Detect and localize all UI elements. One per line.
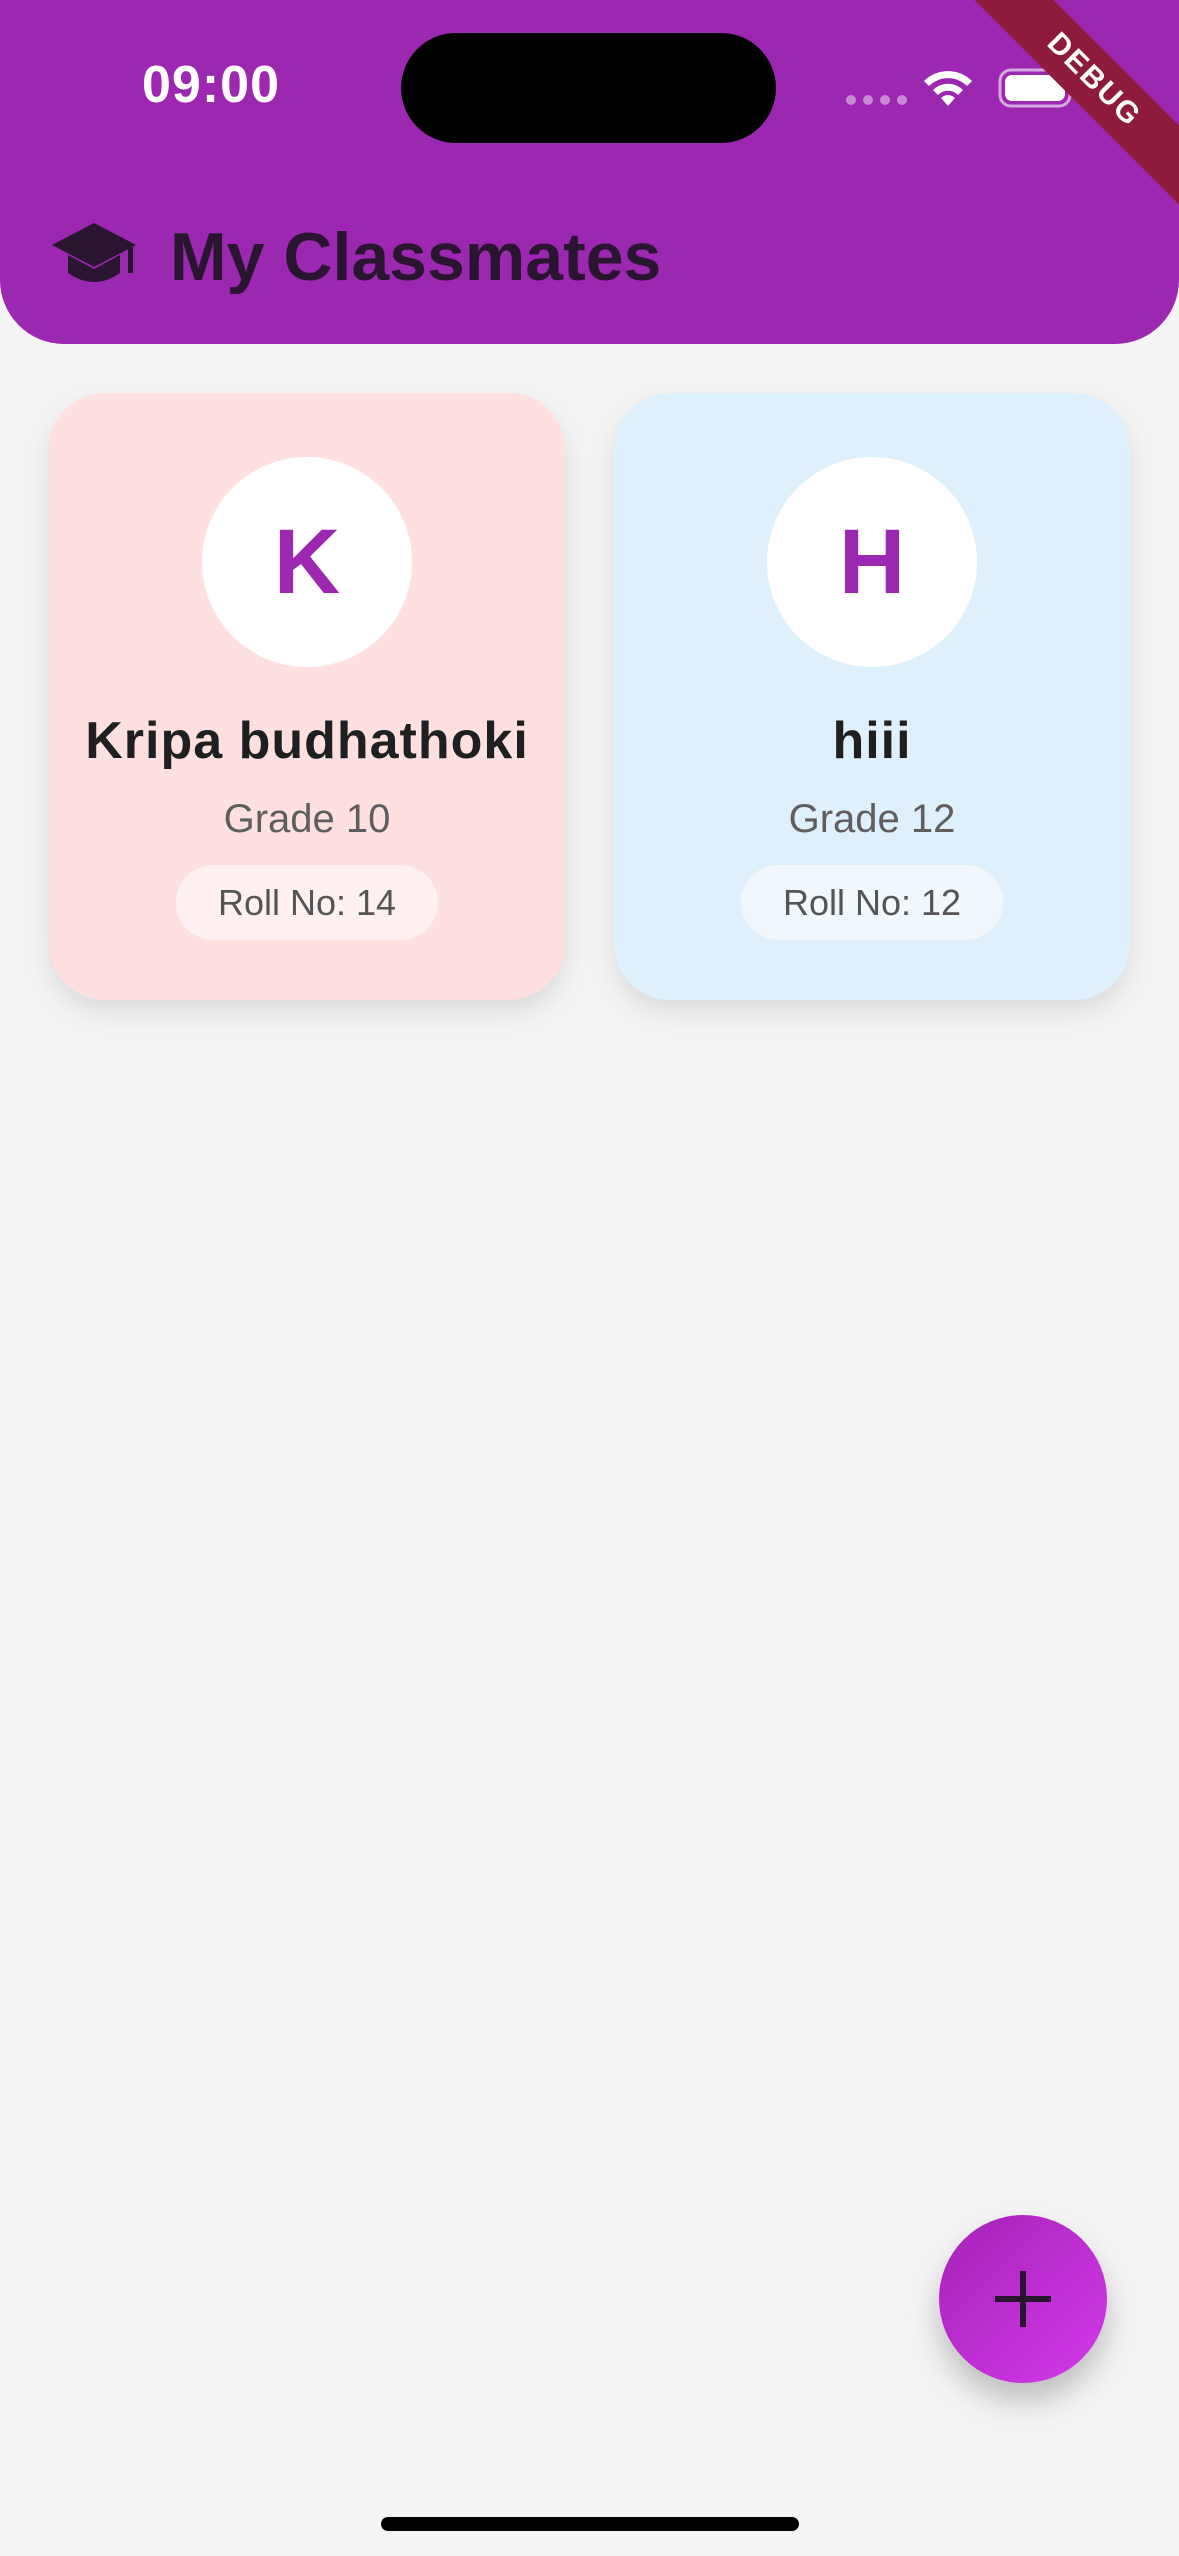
- app-header: 09:00 DEBUG My Classmates: [0, 0, 1179, 344]
- classmate-grade: Grade 10: [223, 797, 391, 841]
- page-title: My Classmates: [170, 219, 662, 295]
- home-indicator[interactable]: [381, 2517, 799, 2531]
- classmate-card[interactable]: K Kripa budhathoki Grade 10 Roll No: 14: [49, 393, 565, 1000]
- add-classmate-button[interactable]: [939, 2215, 1107, 2383]
- avatar: H: [767, 457, 977, 667]
- roll-number-badge: Roll No: 14: [176, 865, 438, 940]
- dynamic-island: [401, 33, 776, 143]
- roll-number-badge: Roll No: 12: [741, 865, 1003, 940]
- debug-banner: DEBUG: [957, 0, 1179, 217]
- classmate-name: Kripa budhathoki: [85, 712, 529, 770]
- app-title-row: My Classmates: [50, 218, 661, 296]
- plus-icon: [995, 2271, 1051, 2327]
- avatar: K: [202, 457, 412, 667]
- cellular-signal-icon: [846, 95, 907, 105]
- classmate-card[interactable]: H hiii Grade 12 Roll No: 12: [614, 393, 1130, 1000]
- graduation-cap-icon: [52, 223, 136, 282]
- classmate-name: hiii: [832, 712, 912, 770]
- wifi-icon: [924, 71, 972, 106]
- status-time: 09:00: [142, 56, 280, 114]
- classmate-grade: Grade 12: [788, 797, 956, 841]
